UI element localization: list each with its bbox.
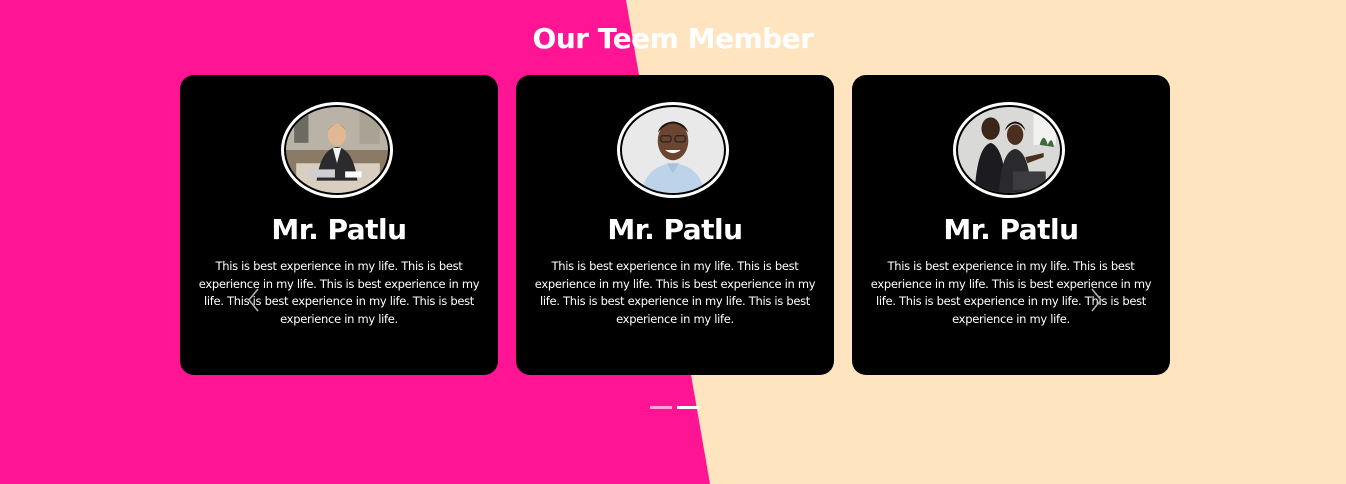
member-photo xyxy=(953,102,1065,198)
chevron-right-icon[interactable] xyxy=(1088,287,1104,313)
member-photo xyxy=(617,102,729,198)
pagination-dot-active[interactable] xyxy=(677,406,699,409)
chevron-left-icon[interactable] xyxy=(246,287,262,313)
section-title: Our Teem Member xyxy=(532,22,814,55)
member-bio: This is best experience in my life. This… xyxy=(534,259,816,326)
member-card: Mr. Patlu This is best experience in my … xyxy=(180,75,498,375)
member-photo xyxy=(281,102,393,198)
member-bio: This is best experience in my life. This… xyxy=(870,259,1152,326)
member-card: Mr. Patlu This is best experience in my … xyxy=(852,75,1170,375)
member-card: Mr. Patlu This is best experience in my … xyxy=(516,75,834,375)
member-name: Mr. Patlu xyxy=(271,213,407,246)
pagination-dot[interactable] xyxy=(650,406,672,409)
member-bio: This is best experience in my life. This… xyxy=(198,259,480,326)
member-name: Mr. Patlu xyxy=(607,213,743,246)
member-name: Mr. Patlu xyxy=(943,213,1079,246)
